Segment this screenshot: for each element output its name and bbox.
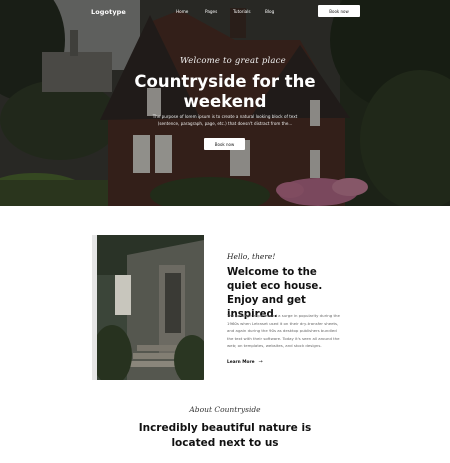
arrow-right-icon: → bbox=[258, 359, 263, 365]
hero-book-now-button[interactable]: Book now bbox=[204, 138, 245, 150]
learn-more-link[interactable]: Learn More → bbox=[227, 359, 263, 365]
hero-description: The purpose of lorem ipsum is to create … bbox=[152, 114, 298, 126]
hero-title: Countryside for the weekend bbox=[134, 72, 316, 111]
about-script-heading: Hello, there! bbox=[227, 252, 276, 261]
nav-link-home[interactable]: Home bbox=[176, 9, 188, 14]
nav-link-tutorials[interactable]: Tutorials bbox=[233, 9, 251, 14]
nav-link-pages[interactable]: Pages bbox=[205, 9, 217, 14]
learn-more-label: Learn More bbox=[227, 359, 255, 365]
top-navigation: Logotype Home Pages Tutorials Blog Book … bbox=[0, 0, 450, 24]
nav-book-now-button[interactable]: Book now bbox=[318, 5, 360, 17]
countryside-script-heading: About Countryside bbox=[189, 405, 261, 414]
hero-section: Logotype Home Pages Tutorials Blog Book … bbox=[0, 0, 450, 206]
hero-script-heading: Welcome to great place bbox=[180, 56, 286, 66]
about-paragraph: The passage experienced a surge in popul… bbox=[227, 313, 340, 348]
countryside-section-title: Incredibly beautiful nature is located n… bbox=[138, 422, 312, 449]
house-entrance-photo bbox=[97, 235, 204, 380]
logo[interactable]: Logotype bbox=[91, 8, 126, 16]
nav-link-blog[interactable]: Blog bbox=[265, 9, 274, 14]
